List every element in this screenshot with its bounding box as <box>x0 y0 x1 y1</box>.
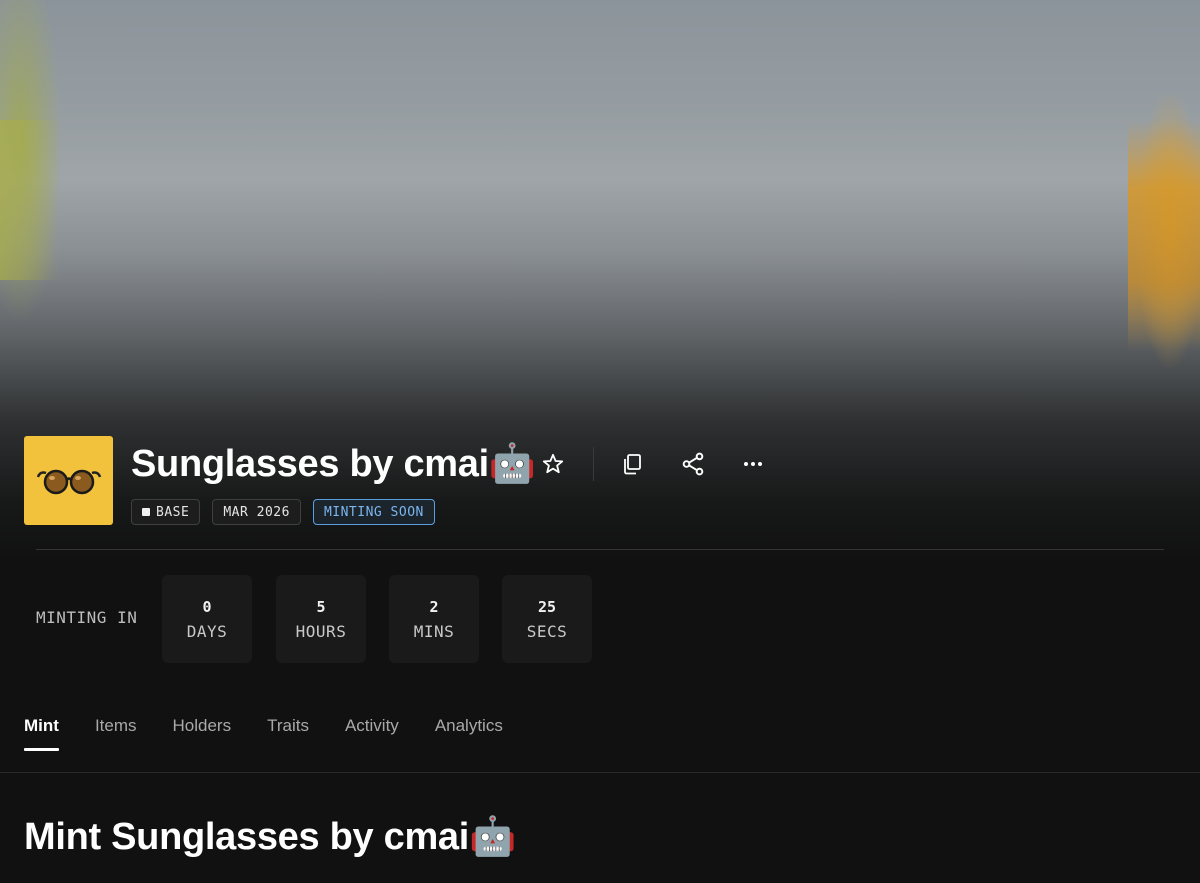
tabs-divider <box>0 772 1200 773</box>
collection-badges: BASE MAR 2026 MINTING SOON <box>131 499 435 525</box>
countdown-hours-unit: HOURS <box>295 621 347 641</box>
countdown-days: 0 DAYS <box>162 575 252 663</box>
favorite-button[interactable] <box>535 446 571 482</box>
countdown-secs-unit: SECS <box>526 621 568 641</box>
collection-avatar[interactable] <box>24 436 113 525</box>
countdown-mins-value: 2 <box>429 597 439 616</box>
countdown-secs: 25 SECS <box>502 575 592 663</box>
more-horizontal-icon <box>744 462 762 466</box>
share-button[interactable] <box>675 446 711 482</box>
tab-analytics[interactable]: Analytics <box>435 716 503 750</box>
tab-holders[interactable]: Holders <box>173 716 232 750</box>
countdown-mins: 2 MINS <box>389 575 479 663</box>
star-icon <box>542 453 564 474</box>
date-badge: MAR 2026 <box>212 499 301 525</box>
banner-art-left <box>0 120 60 280</box>
status-badge-label: MINTING SOON <box>323 504 424 520</box>
countdown-label: MINTING IN <box>36 608 138 627</box>
mint-section-title: Mint Sunglasses by cmai🤖 <box>24 816 517 858</box>
tab-traits[interactable]: Traits <box>267 716 309 750</box>
copy-icon <box>624 454 641 475</box>
collection-tabs: Mint Items Holders Traits Activity Analy… <box>24 716 503 751</box>
banner-art-right <box>1128 120 1200 350</box>
tab-activity[interactable]: Activity <box>345 716 399 750</box>
base-chain-icon <box>142 508 150 516</box>
countdown-days-unit: DAYS <box>186 621 228 641</box>
tab-items[interactable]: Items <box>95 716 137 750</box>
chain-badge-label: BASE <box>156 504 190 520</box>
share-icon <box>682 452 704 476</box>
collection-title: Sunglasses by cmai🤖 <box>131 443 536 485</box>
countdown-days-value: 0 <box>202 597 212 616</box>
header-divider <box>36 549 1164 550</box>
countdown-hours-value: 5 <box>316 597 326 616</box>
copy-button[interactable] <box>614 446 650 482</box>
more-options-button[interactable] <box>735 446 771 482</box>
chain-badge[interactable]: BASE <box>131 499 201 525</box>
tab-mint[interactable]: Mint <box>24 716 59 751</box>
countdown-secs-value: 25 <box>537 597 557 616</box>
countdown-mins-unit: MINS <box>413 621 455 641</box>
status-badge: MINTING SOON <box>312 499 435 525</box>
date-badge-label: MAR 2026 <box>223 504 290 520</box>
countdown-hours: 5 HOURS <box>276 575 366 663</box>
action-divider <box>593 447 594 481</box>
sunglasses-icon <box>36 469 101 494</box>
